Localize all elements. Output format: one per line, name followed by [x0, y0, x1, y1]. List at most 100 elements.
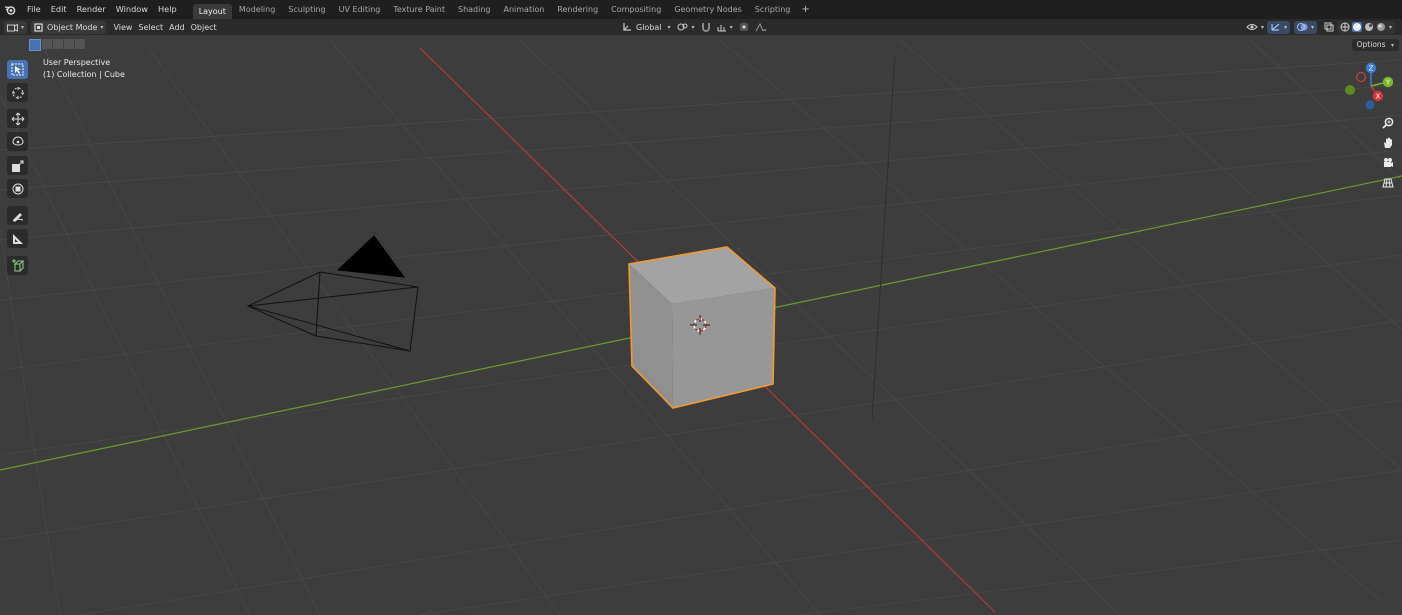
- proportional-edit-icon: [739, 23, 748, 31]
- gizmo-x-label: X: [1376, 93, 1381, 101]
- menu-render[interactable]: Render: [72, 0, 111, 19]
- tab-rendering[interactable]: Rendering: [551, 0, 604, 19]
- add-cube-icon: [11, 258, 24, 271]
- chevron-down-icon: ▾: [1260, 23, 1264, 31]
- hand-pan-icon: [1384, 137, 1392, 148]
- select-intersect-icon[interactable]: [75, 39, 85, 49]
- chevron-down-icon: ▾: [691, 23, 695, 31]
- gizmo-neg-x-axis: [1355, 71, 1367, 83]
- camera-view-button[interactable]: [1380, 155, 1396, 171]
- cursor-icon: [11, 86, 24, 99]
- mode-dropdown[interactable]: Object Mode ▾: [31, 20, 107, 34]
- menu-edit[interactable]: Edit: [46, 0, 72, 19]
- top-menubar: File Edit Render Window Help Layout Mode…: [0, 0, 1402, 19]
- tab-animation[interactable]: Animation: [498, 0, 551, 19]
- chevron-down-icon: ▾: [729, 23, 733, 31]
- tab-compositing[interactable]: Compositing: [605, 0, 667, 19]
- chevron-down-icon: ▾: [100, 23, 104, 31]
- scale-icon: [11, 160, 23, 172]
- cube-object: [628, 246, 776, 409]
- chevron-down-icon[interactable]: ▾: [1389, 24, 1392, 31]
- chevron-down-icon: ▾: [667, 23, 671, 31]
- tool-cursor[interactable]: [7, 83, 28, 102]
- visibility-dropdown[interactable]: ▾: [1243, 21, 1267, 34]
- tool-rotate[interactable]: [7, 132, 28, 151]
- move-icon: [11, 112, 24, 125]
- snap-target-dropdown[interactable]: ▾: [714, 21, 736, 34]
- solid-shading-icon[interactable]: [1351, 22, 1362, 32]
- chevron-down-icon: ▾: [21, 23, 25, 31]
- transform-icon: [12, 183, 23, 194]
- pivot-dropdown[interactable]: ▾: [674, 21, 698, 34]
- menu-window[interactable]: Window: [111, 0, 153, 19]
- tab-sculpting[interactable]: Sculpting: [282, 0, 331, 19]
- select-extend-icon[interactable]: [42, 39, 52, 49]
- tool-annotate[interactable]: [7, 206, 28, 225]
- material-shading-icon[interactable]: [1364, 22, 1374, 32]
- shading-mode-group: ▾: [1336, 20, 1395, 34]
- menu-object[interactable]: Object: [188, 21, 220, 34]
- select-invert-icon[interactable]: [64, 39, 74, 49]
- snap-increment-icon: [717, 25, 726, 32]
- falloff-curve-icon: [755, 22, 767, 32]
- menu-view[interactable]: View: [110, 21, 135, 34]
- tool-measure[interactable]: [7, 229, 28, 248]
- perspective-toggle-button[interactable]: [1380, 175, 1396, 191]
- add-workspace-button[interactable]: +: [796, 4, 814, 15]
- chevron-down-icon: ▾: [1390, 42, 1394, 49]
- xray-toggle[interactable]: [1321, 21, 1337, 34]
- tab-uv-editing[interactable]: UV Editing: [333, 0, 387, 19]
- tool-move[interactable]: [7, 109, 28, 128]
- measure-ruler-icon: [12, 233, 23, 244]
- tab-texture-paint[interactable]: Texture Paint: [387, 0, 451, 19]
- vertical-guide: [871, 54, 896, 421]
- 3d-viewport[interactable]: User Perspective (1) Collection | Cube Z…: [0, 35, 1402, 615]
- orientation-dropdown[interactable]: Global ▾: [619, 21, 674, 34]
- pivot-point-icon: [677, 23, 688, 31]
- tab-modeling[interactable]: Modeling: [233, 0, 281, 19]
- magnet-icon: [701, 23, 710, 32]
- object-mode-icon: [34, 22, 43, 32]
- gizmo-icon: [1271, 23, 1280, 31]
- overlays-toggle[interactable]: ▾: [1293, 20, 1317, 34]
- gizmo-y-label: Y: [1385, 79, 1391, 87]
- blender-logo-icon[interactable]: [4, 4, 16, 16]
- gizmo-neg-z-axis: [1365, 100, 1375, 110]
- view-name: User Perspective: [43, 58, 111, 67]
- options-dropdown[interactable]: Options ▾: [1351, 39, 1399, 51]
- cube-front-face: [672, 288, 775, 408]
- select-cursor-icon: [11, 63, 24, 76]
- gizmo-toggle[interactable]: ▾: [1266, 20, 1290, 34]
- snap-toggle[interactable]: [698, 21, 714, 34]
- proportional-edit-toggle[interactable]: [736, 21, 752, 34]
- tool-scale[interactable]: [7, 156, 28, 175]
- gizmo-z-label: Z: [1369, 65, 1374, 73]
- viewport-scene: [0, 39, 1402, 615]
- camera-object: [246, 235, 419, 352]
- tab-layout[interactable]: Layout: [192, 4, 232, 19]
- editor-type-dropdown[interactable]: ▾: [4, 20, 28, 34]
- tool-transform[interactable]: [7, 179, 28, 198]
- menu-file[interactable]: File: [22, 0, 46, 19]
- falloff-dropdown[interactable]: [752, 21, 770, 34]
- select-subtract-icon[interactable]: [53, 39, 63, 49]
- tab-scripting[interactable]: Scripting: [749, 0, 797, 19]
- rendered-shading-icon[interactable]: [1376, 22, 1386, 32]
- select-new-icon[interactable]: [29, 39, 41, 51]
- menu-add[interactable]: Add: [166, 21, 188, 34]
- pan-button[interactable]: [1380, 135, 1396, 151]
- selection-mode-buttons: [29, 39, 85, 51]
- zoom-button[interactable]: [1380, 115, 1396, 131]
- menu-select[interactable]: Select: [135, 21, 166, 34]
- navigation-gizmo[interactable]: Z Y X: [1342, 59, 1402, 115]
- wireframe-shading-icon[interactable]: [1340, 22, 1350, 32]
- tool-select-box[interactable]: [7, 60, 28, 79]
- menu-help[interactable]: Help: [153, 0, 182, 19]
- options-label: Options: [1356, 40, 1386, 49]
- overlays-icon: [1296, 23, 1308, 31]
- viewport-header: ▾ Object Mode ▾ View Select Add Object G…: [0, 19, 1402, 35]
- tool-add-cube[interactable]: [7, 256, 28, 275]
- tab-geometry-nodes[interactable]: Geometry Nodes: [668, 0, 747, 19]
- grid-perspective-icon: [1382, 178, 1394, 188]
- tab-shading[interactable]: Shading: [452, 0, 497, 19]
